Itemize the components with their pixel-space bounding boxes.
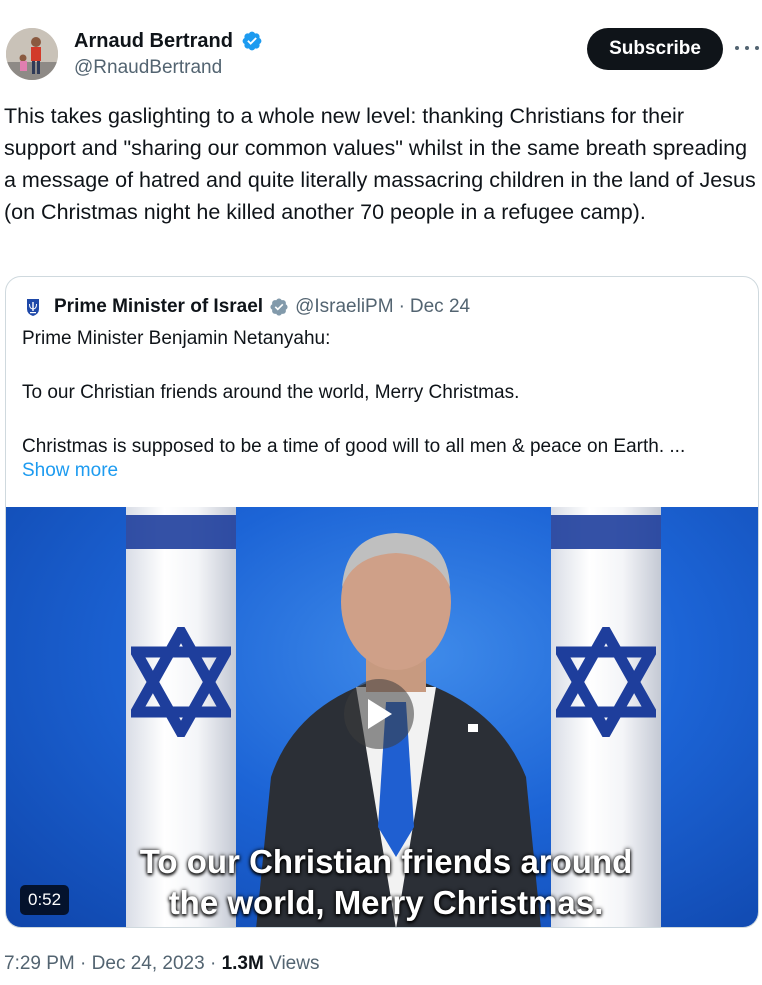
quoted-tweet[interactable]: Prime Minister of Israel @IsraeliPM · De… [5,276,759,928]
subtitle-line: To our Christian friends around [139,843,633,880]
quoted-text-line: Prime Minister Benjamin Netanyahu: [22,328,331,349]
play-icon[interactable] [344,679,414,749]
author-handle[interactable]: @RnaudBertrand [74,56,222,80]
tweet-date[interactable]: Dec 24, 2023 [92,953,205,974]
quoted-text-line: To our Christian friends around the worl… [22,382,520,403]
show-more-link[interactable]: Show more [22,460,118,482]
tweet-text: This takes gaslighting to a whole new le… [4,104,756,224]
quoted-tweet-date[interactable]: Dec 24 [410,296,470,318]
dot-separator: · [398,296,405,317]
more-options-icon[interactable] [735,38,759,58]
gray-verified-badge-icon [270,298,288,316]
verified-badge-icon [242,31,262,51]
author-avatar[interactable] [6,28,58,80]
dot-separator: · [80,953,87,974]
video-duration-badge: 0:52 [20,885,70,915]
quoted-author-name[interactable]: Prime Minister of Israel [54,296,263,318]
tweet-time[interactable]: 7:29 PM [4,953,75,974]
video-player[interactable]: To our Christian friends around the worl… [6,507,758,927]
quoted-text-line: Christmas is supposed to be a time of go… [22,436,686,457]
subscribe-button[interactable]: Subscribe [587,28,723,70]
author-name[interactable]: Arnaud Bertrand [74,28,233,54]
video-subtitle: To our Christian friends around the worl… [116,841,656,923]
israel-emblem-icon[interactable] [22,296,44,318]
quoted-author-handle[interactable]: @IsraeliPM [295,296,393,318]
dot-separator: · [209,953,217,974]
quoted-tweet-text: Prime Minister Benjamin Netanyahu: To ou… [22,325,742,460]
subtitle-line: the world, Merry Christmas. [168,884,604,921]
views-label: Views [269,953,320,974]
quoted-tweet-header: Prime Minister of Israel @IsraeliPM · De… [22,293,470,321]
views-count: 1.3M [221,953,264,974]
tweet-meta: 7:29 PM · Dec 24, 2023 · 1.3M Views [4,953,319,975]
